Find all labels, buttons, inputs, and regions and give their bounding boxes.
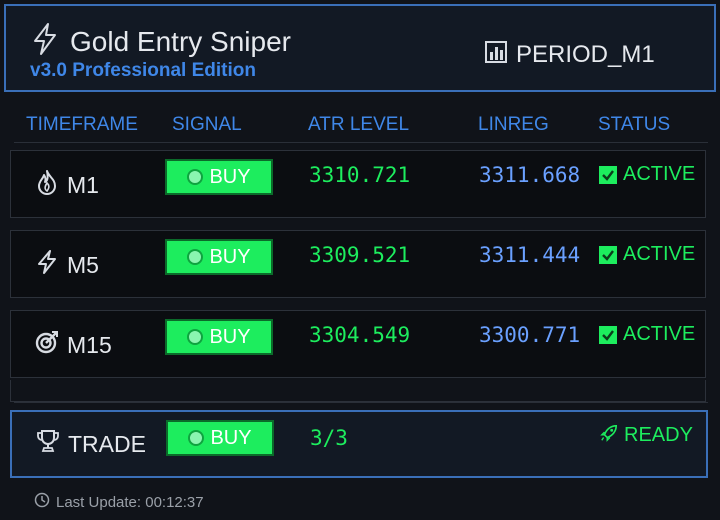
atr-value: 3310.721 [309, 163, 411, 187]
circle-icon [187, 329, 204, 345]
checkbox-icon [599, 325, 617, 344]
status-label: ACTIVE [623, 243, 696, 265]
signal-label: BUY [209, 325, 251, 348]
checkbox-icon [599, 165, 617, 184]
trade-count: 3/3 [310, 426, 348, 450]
trade-buy-button[interactable]: BUY [166, 420, 274, 456]
trade-signal-label: BUY [210, 426, 252, 449]
checkbox-icon [599, 245, 617, 264]
timeframe-cell: M1 [27, 169, 99, 201]
lightning-icon [35, 249, 59, 281]
app-title: Gold Entry Sniper [70, 25, 291, 57]
trophy-icon [36, 428, 60, 460]
table-row: M1 BUY 3310.721 3311.668 ACTIVE [10, 150, 706, 218]
timeframe-cell: M15 [27, 329, 112, 361]
status-label: ACTIVE [623, 323, 696, 345]
panel-header: Gold Entry Sniper v3.0 Professional Edit… [4, 4, 716, 92]
table-row: M15 BUY 3304.549 3300.771 ACTIVE [10, 310, 706, 378]
app-subtitle: v3.0 Professional Edition [30, 60, 256, 81]
trade-status-label: READY [624, 424, 693, 446]
timeframe-label: M1 [67, 171, 99, 198]
atr-value: 3309.521 [309, 243, 411, 267]
buy-signal-button[interactable]: BUY [165, 159, 273, 195]
circle-icon [187, 169, 204, 185]
trade-label-cell: TRADE [28, 428, 146, 460]
circle-icon [187, 249, 204, 265]
circle-icon [188, 430, 205, 446]
bar-chart-icon [484, 40, 508, 69]
status-cell: ACTIVE [599, 323, 695, 346]
trade-status-cell: READY [600, 424, 693, 447]
last-update-label: Last Update: 00:12:37 [56, 493, 204, 511]
status-cell: ACTIVE [599, 243, 695, 266]
trade-label: TRADE [68, 430, 146, 457]
linreg-value: 3311.668 [479, 163, 581, 187]
column-header-timeframe: TIMEFRAME [26, 114, 138, 135]
signal-label: BUY [209, 245, 251, 268]
flame-icon [35, 169, 59, 201]
section-divider [14, 402, 708, 403]
signal-label: BUY [209, 165, 251, 188]
rocket-icon [600, 424, 618, 447]
column-header-linreg: LINREG [478, 114, 549, 135]
linreg-value: 3300.771 [479, 323, 581, 347]
timeframe-cell: M5 [27, 249, 99, 281]
atr-value: 3304.549 [309, 323, 411, 347]
trade-summary-row: TRADE BUY 3/3 READY [10, 410, 708, 478]
linreg-value: 3311.444 [479, 243, 581, 267]
column-header-signal: SIGNAL [172, 114, 242, 135]
timeframe-label: M5 [67, 251, 99, 278]
column-header-atr-level: ATR LEVEL [308, 114, 410, 135]
status-label: ACTIVE [623, 163, 696, 185]
lightning-icon [30, 22, 60, 61]
table-row: M5 BUY 3309.521 3311.444 ACTIVE [10, 230, 706, 298]
signal-panel: Gold Entry Sniper v3.0 Professional Edit… [0, 0, 720, 520]
target-icon [35, 329, 59, 361]
section-frame [10, 380, 706, 402]
buy-signal-button[interactable]: BUY [165, 319, 273, 355]
title-row: Gold Entry Sniper [30, 22, 291, 61]
header-divider [14, 142, 708, 143]
buy-signal-button[interactable]: BUY [165, 239, 273, 275]
last-update: Last Update: 00:12:37 [28, 492, 204, 512]
period-label: PERIOD_M1 [516, 40, 655, 68]
column-header-status: STATUS [598, 114, 671, 135]
period-indicator: PERIOD_M1 [484, 40, 655, 69]
clock-icon [34, 492, 50, 512]
timeframe-label: M15 [67, 331, 112, 358]
status-cell: ACTIVE [599, 163, 695, 186]
